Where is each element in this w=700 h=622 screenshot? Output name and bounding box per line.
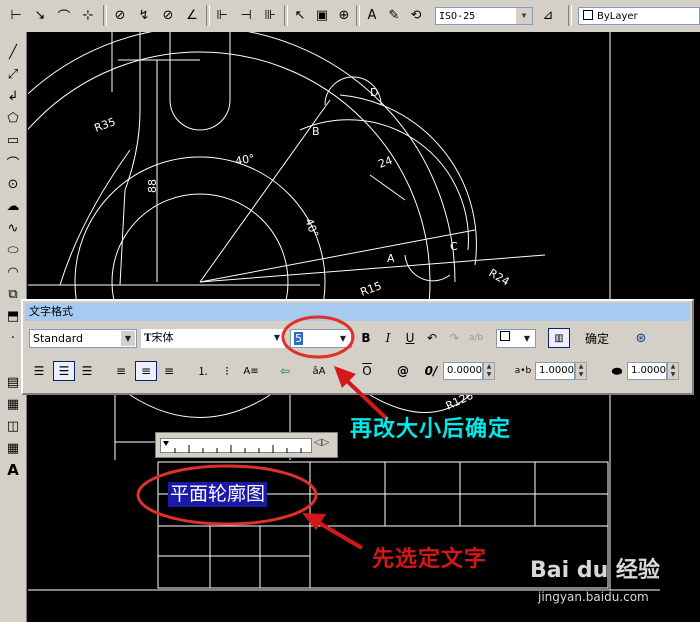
watermark-url: jingyan.baidu.com xyxy=(538,590,649,604)
arrow-head-icon xyxy=(302,513,326,530)
annotation-step-2: 再改大小后确定 xyxy=(350,417,512,442)
arrow-to-text xyxy=(312,518,364,550)
baidu-watermark-logo: Bai du 经验 xyxy=(530,558,660,583)
annotation-step-1: 先选定文字 xyxy=(372,547,488,572)
annotation-overlay xyxy=(281,315,388,550)
height-field-highlight-ring xyxy=(281,315,355,359)
